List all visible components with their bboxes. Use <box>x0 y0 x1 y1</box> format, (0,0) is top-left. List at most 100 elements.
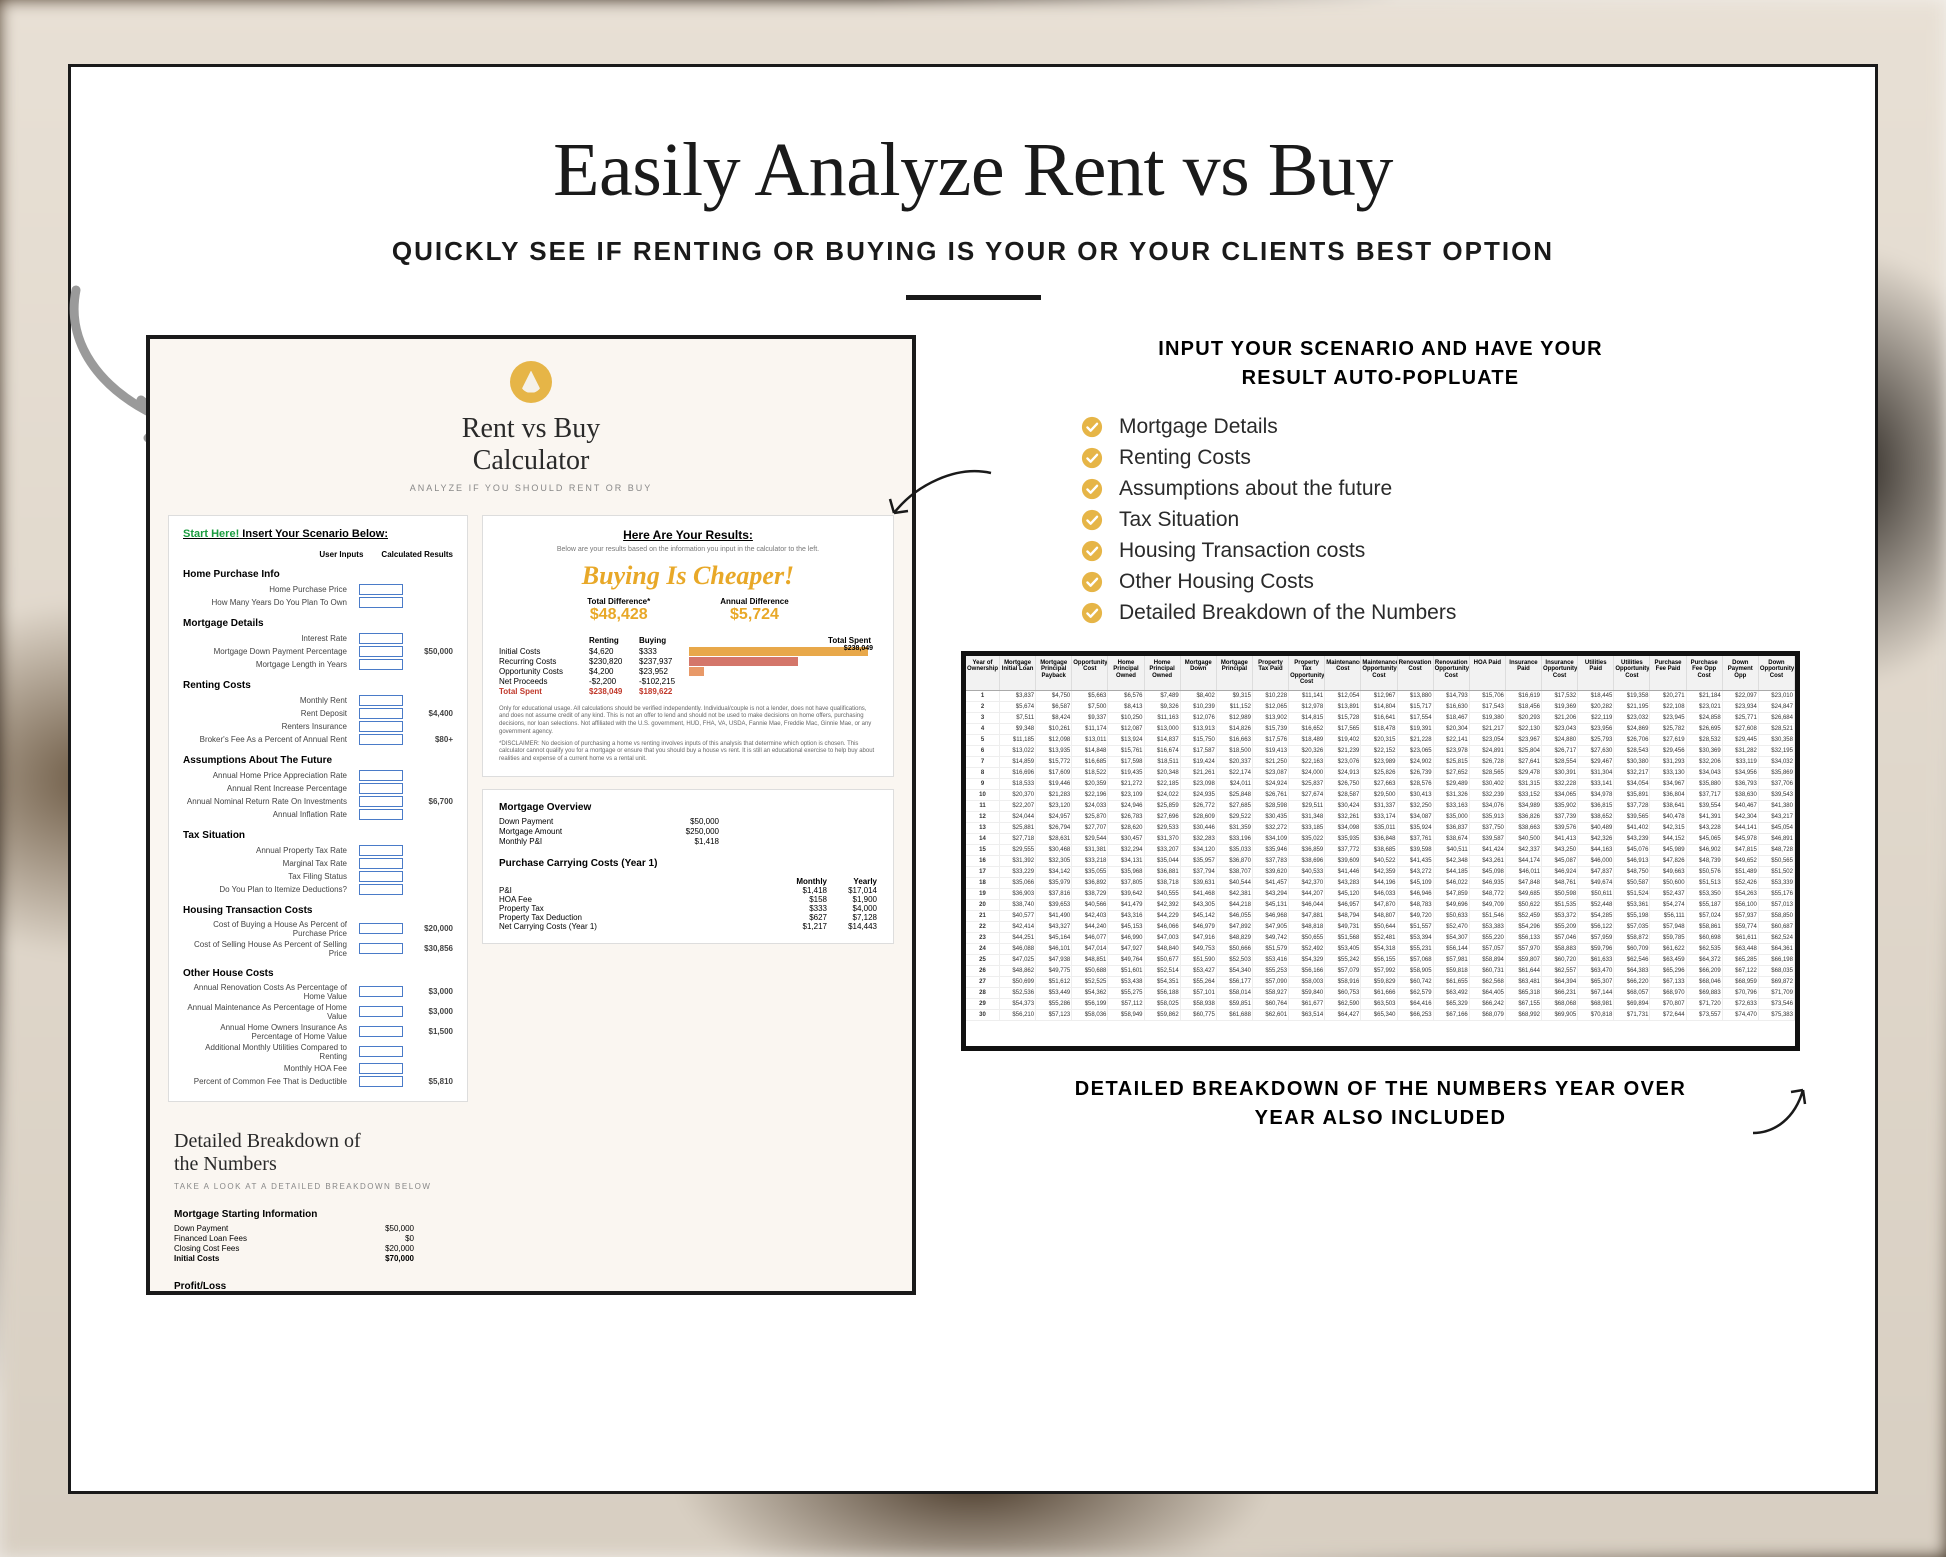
td: $64,427 <box>1325 1010 1361 1020</box>
input-field[interactable] <box>359 884 403 895</box>
td: $58,003 <box>1289 977 1325 987</box>
input-field[interactable] <box>359 1026 403 1037</box>
td: $57,112 <box>1108 999 1144 1009</box>
td: $57,101 <box>1181 988 1217 998</box>
divider <box>906 295 1041 300</box>
input-field[interactable] <box>359 871 403 882</box>
td: $54,329 <box>1289 955 1325 965</box>
td: $19,413 <box>1253 746 1289 756</box>
total-diff: Total Difference* $48,428 <box>587 597 650 624</box>
input-field[interactable] <box>359 783 403 794</box>
td: 13 <box>966 823 1000 833</box>
td: $56,177 <box>1217 977 1253 987</box>
input-field[interactable] <box>359 721 403 732</box>
row-label: Do You Plan to Itemize Deductions? <box>183 885 353 894</box>
td: $36,859 <box>1289 845 1325 855</box>
annual-diff-label: Annual Difference <box>720 597 788 606</box>
input-field[interactable] <box>359 597 403 608</box>
input-field[interactable] <box>359 809 403 820</box>
td: $63,470 <box>1578 966 1614 976</box>
td: 14 <box>966 834 1000 844</box>
td: $38,740 <box>1000 900 1036 910</box>
input-field[interactable] <box>359 1006 403 1017</box>
row-label: Marginal Tax Rate <box>183 859 353 868</box>
input-row: Annual Maintenance As Percentage of Home… <box>183 1003 453 1021</box>
td: $14,837 <box>1145 735 1181 745</box>
td: $17,598 <box>1108 757 1144 767</box>
input-field[interactable] <box>359 695 403 706</box>
td: $15,728 <box>1325 713 1361 723</box>
td: $51,579 <box>1253 944 1289 954</box>
td: $17,532 <box>1542 691 1578 701</box>
breakdown-title: Detailed Breakdown of the Numbers <box>174 1130 888 1176</box>
grid-row: Recurring Costs$230,820$237,937 <box>499 657 877 666</box>
td: $39,598 <box>1398 845 1434 855</box>
td: $36,815 <box>1578 801 1614 811</box>
td: $12,076 <box>1181 713 1217 723</box>
input-field[interactable] <box>359 845 403 856</box>
input-field[interactable] <box>359 796 403 807</box>
td: $55,253 <box>1253 966 1289 976</box>
td: $18,533 <box>1000 779 1036 789</box>
td: $12,054 <box>1325 691 1361 701</box>
td: $54,285 <box>1578 911 1614 921</box>
input-field[interactable] <box>359 986 403 997</box>
td: 19 <box>966 889 1000 899</box>
table-row: 10$20,370$21,283$22,196$23,109$24,022$24… <box>966 790 1795 801</box>
td: $19,424 <box>1181 757 1217 767</box>
td: $62,546 <box>1614 955 1650 965</box>
bullet-text: Housing Transaction costs <box>1119 539 1365 563</box>
input-field[interactable] <box>359 708 403 719</box>
input-field[interactable] <box>359 659 403 670</box>
input-field[interactable] <box>359 1076 403 1087</box>
input-field[interactable] <box>359 1063 403 1074</box>
td: $16,652 <box>1289 724 1325 734</box>
input-field[interactable] <box>359 646 403 657</box>
td: $13,022 <box>1000 746 1036 756</box>
td: $38,729 <box>1072 889 1108 899</box>
bullet-text: Assumptions about the future <box>1119 477 1392 501</box>
annual-diff-value: $5,724 <box>720 606 788 624</box>
input-field[interactable] <box>359 734 403 745</box>
td: $20,293 <box>1506 713 1542 723</box>
td: $52,536 <box>1000 988 1036 998</box>
td: $5,663 <box>1072 691 1108 701</box>
td: $32,294 <box>1108 845 1144 855</box>
input-field[interactable] <box>359 858 403 869</box>
bar-segment <box>689 657 798 666</box>
annual-diff: Annual Difference $5,724 <box>720 597 788 624</box>
input-row: Annual Inflation Rate <box>183 809 453 820</box>
kv-key: Financed Loan Fees <box>174 1234 247 1243</box>
carry-row: HOA Fee$158$1,900 <box>499 895 877 904</box>
input-row: Annual Property Tax Rate <box>183 845 453 856</box>
td: $21,250 <box>1253 757 1289 767</box>
td: $20,359 <box>1072 779 1108 789</box>
td: $39,642 <box>1108 889 1144 899</box>
td: $33,163 <box>1434 801 1470 811</box>
td: $51,612 <box>1036 977 1072 987</box>
td: $75,383 <box>1759 1010 1795 1020</box>
check-icon <box>1081 509 1103 531</box>
td: $26,761 <box>1253 790 1289 800</box>
td: $27,718 <box>1000 834 1036 844</box>
td: $11,152 <box>1217 702 1253 712</box>
calc-title-line1: Rent vs Buy <box>462 413 600 444</box>
input-field[interactable] <box>359 943 403 954</box>
th: Renovation Cost <box>1398 656 1434 690</box>
input-field[interactable] <box>359 584 403 595</box>
input-field[interactable] <box>359 770 403 781</box>
td: $22,196 <box>1072 790 1108 800</box>
section-heading: Home Purchase Info <box>183 569 453 580</box>
input-field[interactable] <box>359 923 403 934</box>
td: $49,696 <box>1434 900 1470 910</box>
td: $53,438 <box>1108 977 1144 987</box>
input-field[interactable] <box>359 1046 403 1057</box>
input-field[interactable] <box>359 633 403 644</box>
td: $55,220 <box>1470 933 1506 943</box>
td: $34,989 <box>1506 801 1542 811</box>
row-buy: $333 <box>639 647 689 656</box>
td: $34,054 <box>1614 779 1650 789</box>
kv-key: Initial Costs <box>174 1254 219 1263</box>
td: $52,481 <box>1361 933 1397 943</box>
th: Home Principal Owned <box>1108 656 1144 690</box>
